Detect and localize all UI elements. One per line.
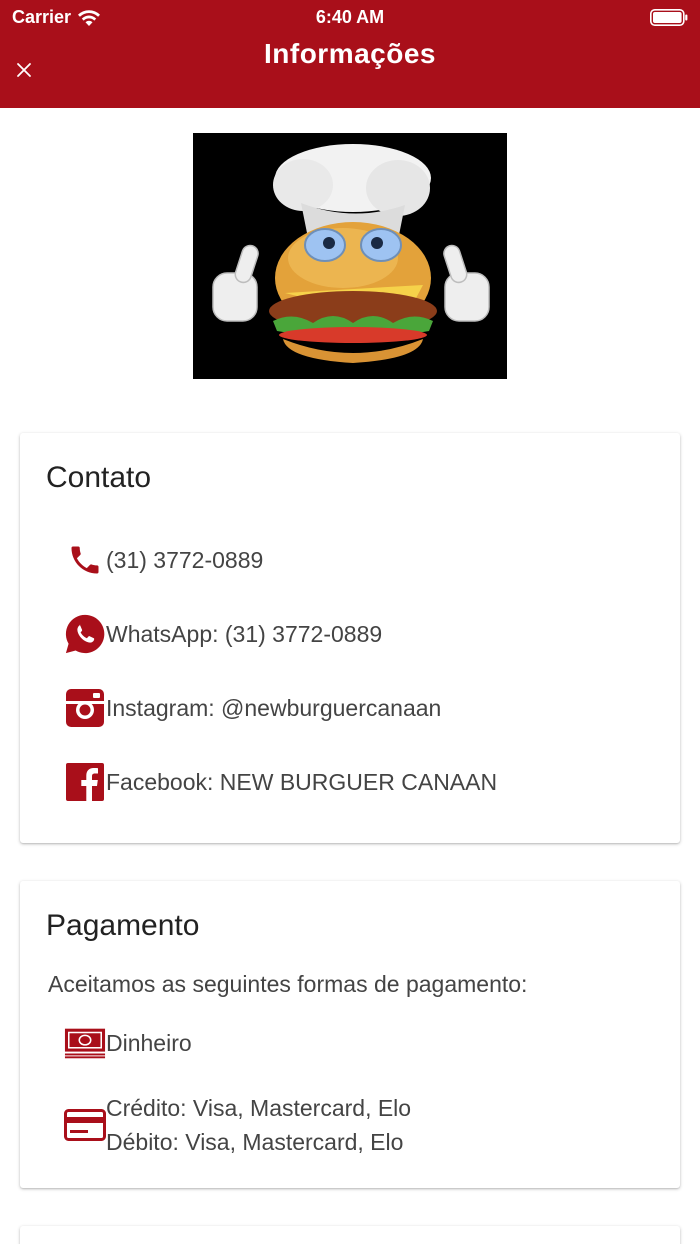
payment-card-row: Crédito: Visa, Mastercard, Elo Débito: V… bbox=[64, 1091, 411, 1159]
payment-title: Pagamento bbox=[46, 909, 200, 942]
battery-icon bbox=[650, 9, 688, 26]
top-header: Carrier 6:40 AM Informações bbox=[0, 0, 700, 108]
payment-card: Pagamento Aceitamos as seguintes formas … bbox=[20, 881, 680, 1188]
payment-cash: Dinheiro bbox=[106, 1029, 192, 1056]
contact-card: Contato (31) 3772-0889 WhatsApp: (31) 37… bbox=[20, 433, 680, 843]
status-bar: Carrier 6:40 AM bbox=[0, 0, 700, 36]
payment-credit: Crédito: Visa, Mastercard, Elo bbox=[106, 1095, 412, 1121]
contact-phone: (31) 3772-0889 bbox=[106, 546, 264, 573]
contact-instagram-row[interactable]: Instagram: @newburguercanaan bbox=[64, 687, 441, 729]
payment-card-texts: Crédito: Visa, Mastercard, Elo Débito: V… bbox=[106, 1091, 411, 1159]
payment-debit: Débito: Visa, Mastercard, Elo bbox=[106, 1129, 404, 1155]
contact-facebook: Facebook: NEW BURGUER CANAAN bbox=[106, 768, 498, 795]
payment-intro: Aceitamos as seguintes formas de pagamen… bbox=[48, 971, 528, 997]
status-time: 6:40 AM bbox=[315, 7, 385, 27]
page-title: Informações bbox=[264, 38, 436, 69]
facebook-icon bbox=[64, 761, 106, 803]
contact-facebook-row[interactable]: Facebook: NEW BURGUER CANAAN bbox=[64, 761, 497, 803]
instagram-icon bbox=[64, 687, 106, 729]
close-icon[interactable] bbox=[12, 58, 36, 82]
contact-whatsapp: WhatsApp: (31) 3772-0889 bbox=[106, 620, 383, 647]
contact-title: Contato bbox=[46, 461, 152, 494]
contact-whatsapp-row[interactable]: WhatsApp: (31) 3772-0889 bbox=[64, 613, 382, 655]
burger-chef-illustration bbox=[212, 144, 490, 363]
contact-instagram: Instagram: @newburguercanaan bbox=[106, 694, 442, 721]
payment-cash-row: Dinheiro bbox=[64, 1022, 192, 1064]
contact-phone-row[interactable]: (31) 3772-0889 bbox=[64, 539, 263, 581]
phone-icon bbox=[64, 539, 106, 581]
restaurant-logo bbox=[193, 133, 507, 379]
next-card bbox=[20, 1226, 680, 1244]
whatsapp-icon bbox=[64, 613, 106, 655]
credit-card-icon bbox=[64, 1104, 106, 1146]
cash-icon bbox=[64, 1022, 106, 1064]
